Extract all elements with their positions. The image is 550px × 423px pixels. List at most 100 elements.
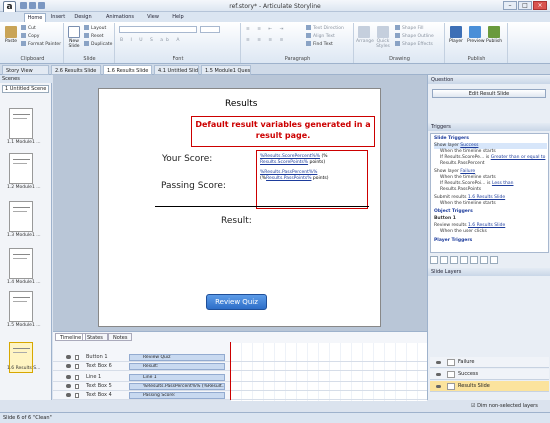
player-icon bbox=[450, 26, 462, 38]
layer-results-slide[interactable]: Results Slide bbox=[430, 381, 549, 392]
scene-select[interactable]: 1 Untitled Scene bbox=[2, 85, 49, 93]
reset-button[interactable]: Reset bbox=[84, 33, 104, 40]
result-label[interactable]: Result: bbox=[221, 216, 252, 226]
shape-effects-button[interactable]: Shape Effects bbox=[395, 41, 433, 48]
tab-1-6-results-slide[interactable]: 1.6 Results Slide bbox=[103, 65, 152, 75]
lock-icon[interactable] bbox=[75, 364, 79, 369]
slide-thumbnail[interactable] bbox=[9, 291, 33, 322]
trigger-condition: If Results.ScorePoi... is Less than bbox=[440, 181, 514, 186]
eye-icon[interactable] bbox=[436, 373, 441, 376]
align-buttons[interactable]: ≡ ≡ ≡ ≡ bbox=[246, 37, 286, 44]
eye-icon[interactable] bbox=[66, 375, 71, 379]
eye-icon[interactable] bbox=[66, 355, 71, 359]
eye-icon[interactable] bbox=[436, 385, 441, 388]
eye-icon[interactable] bbox=[66, 384, 71, 388]
maximize-button[interactable]: □ bbox=[518, 1, 532, 10]
new-trigger-icon[interactable] bbox=[430, 256, 438, 264]
tab-view[interactable]: View bbox=[144, 13, 162, 22]
delete-trigger-icon[interactable] bbox=[470, 256, 478, 264]
quick-styles-button[interactable]: Quick Styles bbox=[375, 26, 391, 49]
edit-result-slide-button[interactable]: Edit Result Slide bbox=[432, 89, 546, 98]
duplicate-button[interactable]: Duplicate bbox=[84, 41, 112, 48]
shape-fill-button[interactable]: Shape Fill bbox=[395, 25, 424, 32]
timeline-row[interactable]: Text Box 4 Passing Score: bbox=[53, 391, 427, 400]
slide-thumbnail[interactable] bbox=[9, 248, 33, 279]
player-button[interactable]: Player bbox=[448, 26, 464, 44]
trigger-item[interactable]: Show layer Success bbox=[434, 143, 547, 149]
outline-icon bbox=[395, 33, 400, 38]
redo-icon[interactable] bbox=[38, 2, 45, 9]
trigger-item[interactable]: Show layer Failure bbox=[434, 169, 475, 175]
eye-icon[interactable] bbox=[66, 393, 71, 397]
paste-trigger-icon[interactable] bbox=[460, 256, 468, 264]
tab-help[interactable]: Help bbox=[169, 13, 187, 22]
trigger-condition: Results.PassPoints bbox=[440, 187, 482, 192]
font-family-select[interactable] bbox=[119, 26, 197, 33]
your-score-label[interactable]: Your Score: bbox=[162, 154, 212, 164]
tab-design[interactable]: Design bbox=[72, 13, 94, 22]
tab-animations[interactable]: Animations bbox=[103, 13, 137, 22]
lock-icon[interactable] bbox=[75, 375, 79, 380]
tab-notes[interactable]: Notes bbox=[108, 333, 133, 341]
dim-layers-option[interactable]: ☑ Dim non-selected layers bbox=[471, 403, 538, 409]
layout-button[interactable]: Layout bbox=[84, 25, 106, 32]
format-painter-button[interactable]: Format Painter bbox=[21, 41, 61, 48]
tab-1-5-module1-question[interactable]: 1.5 Module1 Questi... bbox=[201, 65, 251, 75]
publish-button[interactable]: Publish bbox=[486, 26, 502, 44]
tab-home[interactable]: Home bbox=[24, 13, 46, 22]
passing-score-label[interactable]: Passing Score: bbox=[161, 181, 226, 191]
trigger-object-name: Button 1 bbox=[434, 216, 456, 221]
save-icon[interactable] bbox=[20, 2, 27, 9]
copy-button[interactable]: Copy bbox=[21, 33, 39, 40]
minimize-button[interactable]: – bbox=[503, 1, 517, 10]
tab-states[interactable]: States bbox=[82, 333, 108, 341]
undo-icon[interactable] bbox=[29, 2, 36, 9]
find-text-button[interactable]: Find Text bbox=[306, 41, 333, 48]
review-quiz-button[interactable]: Review Quiz bbox=[206, 294, 267, 310]
list-buttons[interactable]: ≡ ≡ ⇤ ⇥ bbox=[246, 26, 286, 33]
slide-thumbnail[interactable] bbox=[9, 153, 33, 184]
paste-button[interactable]: Paste bbox=[3, 26, 19, 44]
slide-thumbnail[interactable] bbox=[9, 201, 33, 232]
eye-icon[interactable] bbox=[66, 364, 71, 368]
new-slide-button[interactable]: New Slide bbox=[66, 26, 82, 49]
text-direction-button[interactable]: Text Direction bbox=[306, 25, 344, 32]
copy-trigger-icon[interactable] bbox=[450, 256, 458, 264]
slide-thumbnail-label: 1.3 Module1 ... bbox=[7, 233, 41, 238]
timeline-row[interactable]: Text Box 6 Result: bbox=[53, 362, 427, 371]
move-down-icon[interactable] bbox=[490, 256, 498, 264]
preview-button[interactable]: Preview bbox=[467, 26, 485, 44]
arrange-button[interactable]: Arrange bbox=[356, 26, 374, 44]
close-button[interactable]: × bbox=[533, 1, 547, 10]
playhead[interactable] bbox=[230, 342, 231, 400]
cut-button[interactable]: Cut bbox=[21, 25, 36, 32]
layer-success[interactable]: Success bbox=[430, 369, 549, 380]
move-up-icon[interactable] bbox=[480, 256, 488, 264]
trigger-item[interactable]: Submit results 1.6 Results Slide bbox=[434, 195, 505, 201]
layer-failure[interactable]: Failure bbox=[430, 357, 549, 368]
shape-outline-button[interactable]: Shape Outline bbox=[395, 33, 434, 40]
timeline-row[interactable]: Button 1 Review Quiz bbox=[53, 353, 427, 362]
slide-title[interactable]: Results bbox=[225, 99, 258, 109]
tab-2-6-results-slide[interactable]: 2.6 Results Slide bbox=[51, 65, 101, 75]
divider-line[interactable] bbox=[155, 206, 369, 207]
timeline-row[interactable]: Text Box 5 %Results.PassPercent%% (%Resul… bbox=[53, 382, 427, 391]
font-size-select[interactable] bbox=[200, 26, 220, 33]
lock-icon[interactable] bbox=[75, 393, 79, 398]
pass-variable-text[interactable]: %Results.PassPercent%% (%Results.PassPoi… bbox=[260, 170, 368, 182]
eye-icon[interactable] bbox=[436, 361, 441, 364]
slide-stage[interactable]: Results Default result variables generat… bbox=[98, 88, 381, 327]
tab-4-1-untitled-slide[interactable]: 4.1 Untitled Slide bbox=[154, 65, 199, 75]
font-format-buttons[interactable]: B I U S ab A bbox=[120, 37, 182, 44]
tab-insert[interactable]: Insert bbox=[48, 13, 68, 22]
align-text-button[interactable]: Align Text bbox=[306, 33, 335, 40]
score-variable-text[interactable]: %Results.ScorePercent%% (% Results.Score… bbox=[260, 154, 366, 166]
timeline-row[interactable]: Line 1 Line 1 bbox=[53, 373, 427, 382]
tab-story-view[interactable]: Story View bbox=[2, 65, 49, 75]
slide-thumbnail[interactable] bbox=[9, 108, 33, 139]
edit-trigger-icon[interactable] bbox=[440, 256, 448, 264]
lock-icon[interactable] bbox=[75, 384, 79, 389]
trigger-item[interactable]: Review results 1.6 Results Slide bbox=[434, 223, 505, 229]
lock-icon[interactable] bbox=[75, 355, 79, 360]
publish-icon bbox=[488, 26, 500, 38]
